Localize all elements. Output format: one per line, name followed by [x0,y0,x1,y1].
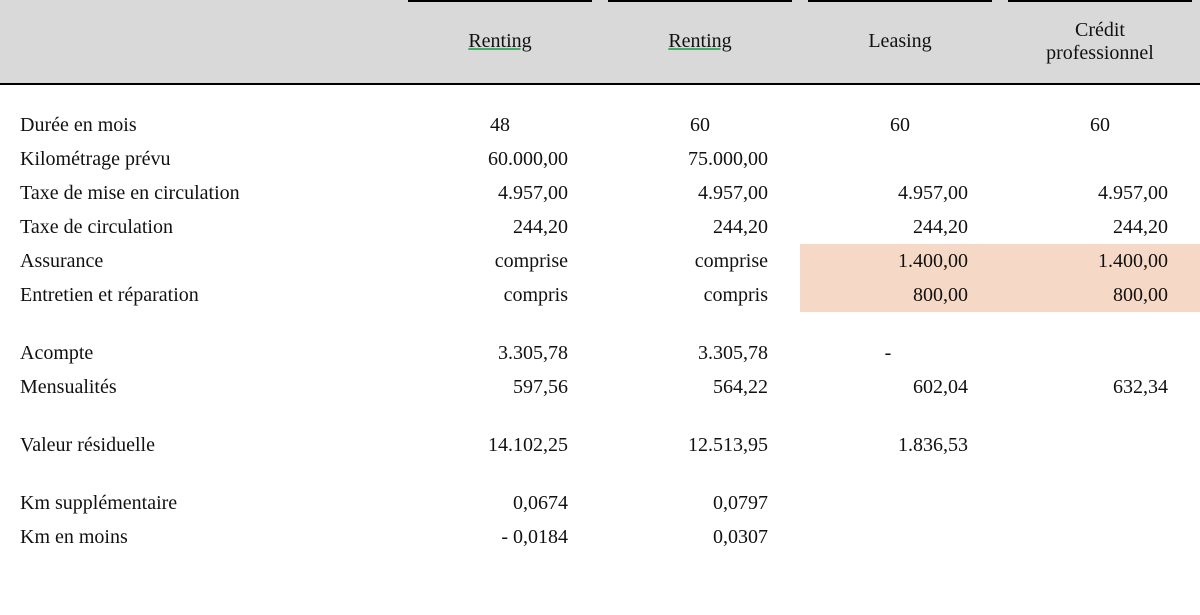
cell: 0,0797 [600,486,800,520]
row-km-moins: Km en moins - 0,0184 0,0307 [0,520,1200,554]
label-km-prevu: Kilométrage prévu [0,142,400,176]
label-assurance: Assurance [0,244,400,278]
row-tmc: Taxe de mise en circulation 4.957,00 4.9… [0,176,1200,210]
header-credit-pro: Crédit professionnel [1000,0,1200,84]
row-tc: Taxe de circulation 244,20 244,20 244,20… [0,210,1200,244]
cell: 3.305,78 [600,336,800,370]
label-tmc: Taxe de mise en circulation [0,176,400,210]
cell: 60 [800,108,1000,142]
header-renting-1: Renting [400,0,600,84]
row-duree: Durée en mois 48 60 60 60 [0,108,1200,142]
header-leasing: Leasing [800,0,1000,84]
row-mensualites: Mensualités 597,56 564,22 602,04 632,34 [0,370,1200,404]
cell: 75.000,00 [600,142,800,176]
cell [1000,142,1200,176]
cell: - 0,0184 [400,520,600,554]
cell: 0,0674 [400,486,600,520]
cell [800,142,1000,176]
cell: 14.102,25 [400,428,600,462]
cell [1000,520,1200,554]
label-km-sup: Km supplémentaire [0,486,400,520]
header-row: Renting Renting Leasing Crédit professio… [0,0,1200,84]
financing-comparison-table: Renting Renting Leasing Crédit professio… [0,0,1200,554]
label-duree: Durée en mois [0,108,400,142]
cell: 602,04 [800,370,1000,404]
cell: comprise [600,244,800,278]
cell: 4.957,00 [600,176,800,210]
label-tc: Taxe de circulation [0,210,400,244]
cell: 60 [1000,108,1200,142]
cell: 4.957,00 [400,176,600,210]
cell: 632,34 [1000,370,1200,404]
label-mensualites: Mensualités [0,370,400,404]
cell: 597,56 [400,370,600,404]
cell: 244,20 [1000,210,1200,244]
label-vr: Valeur résiduelle [0,428,400,462]
cell-highlight: 1.400,00 [800,244,1000,278]
cell: 4.957,00 [800,176,1000,210]
row-assurance: Assurance comprise comprise 1.400,00 1.4… [0,244,1200,278]
cell: 3.305,78 [400,336,600,370]
cell: compris [600,278,800,312]
cell-highlight: 1.400,00 [1000,244,1200,278]
cell: 60 [600,108,800,142]
header-renting-2: Renting [600,0,800,84]
cell [800,520,1000,554]
cell: comprise [400,244,600,278]
row-acompte: Acompte 3.305,78 3.305,78 - [0,336,1200,370]
label-entretien: Entretien et réparation [0,278,400,312]
cell: 564,22 [600,370,800,404]
cell [1000,486,1200,520]
header-blank [0,0,400,84]
cell: 48 [400,108,600,142]
cell [1000,428,1200,462]
cell: 12.513,95 [600,428,800,462]
row-km-sup: Km supplémentaire 0,0674 0,0797 [0,486,1200,520]
cell [1000,336,1200,370]
cell: 1.836,53 [800,428,1000,462]
row-valeur-residuelle: Valeur résiduelle 14.102,25 12.513,95 1.… [0,428,1200,462]
row-entretien: Entretien et réparation compris compris … [0,278,1200,312]
cell: - [800,336,1000,370]
cell [800,486,1000,520]
cell: 244,20 [800,210,1000,244]
cell: 244,20 [600,210,800,244]
cell: 60.000,00 [400,142,600,176]
label-acompte: Acompte [0,336,400,370]
label-km-moins: Km en moins [0,520,400,554]
row-km-prevu: Kilométrage prévu 60.000,00 75.000,00 [0,142,1200,176]
cell: compris [400,278,600,312]
cell-highlight: 800,00 [1000,278,1200,312]
cell-highlight: 800,00 [800,278,1000,312]
cell: 0,0307 [600,520,800,554]
cell: 244,20 [400,210,600,244]
cell: 4.957,00 [1000,176,1200,210]
